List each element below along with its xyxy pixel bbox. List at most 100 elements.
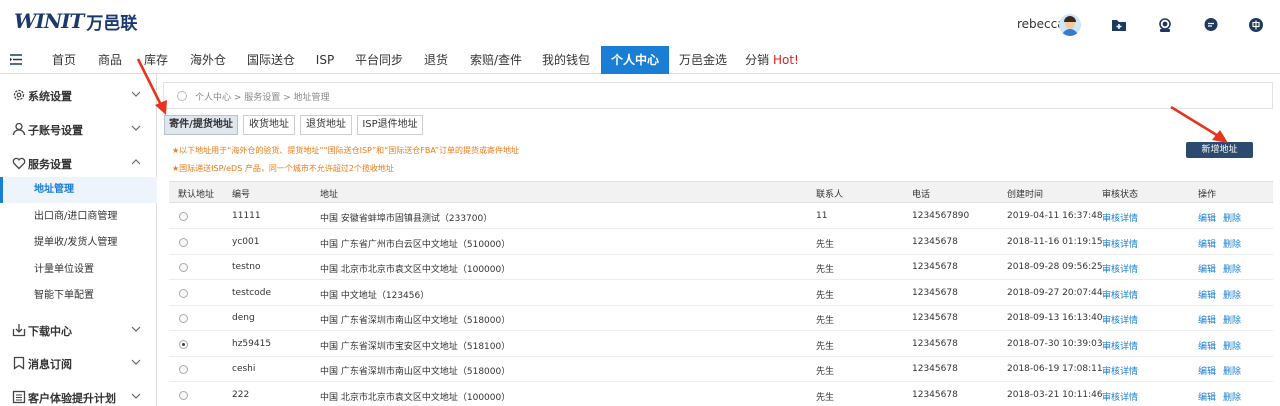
language-icon[interactable] — [1248, 17, 1264, 33]
default-address-radio[interactable] — [179, 390, 188, 400]
review-details-link[interactable]: 审核详情 — [1102, 211, 1138, 224]
sidebar-group-service[interactable]: 服务设置 — [0, 146, 157, 180]
cell-phone: 12345678 — [912, 338, 958, 349]
default-address-radio[interactable] — [179, 237, 188, 247]
folder-icon[interactable] — [1111, 17, 1127, 33]
edit-link[interactable]: 编辑 — [1198, 237, 1216, 250]
nav-distribution[interactable]: 分销 Hot! — [741, 46, 803, 74]
delete-link[interactable]: 删除 — [1223, 364, 1241, 377]
delete-link[interactable]: 删除 — [1223, 339, 1241, 352]
tab-receiving-address[interactable]: 收货地址 — [243, 115, 295, 135]
sidebar-item-units[interactable]: 计量单位设置 — [0, 257, 157, 283]
cell-phone: 12345678 — [912, 262, 958, 272]
cell-created: 2018-03-21 10:11:46 — [1007, 389, 1103, 400]
review-details-link[interactable]: 审核详情 — [1102, 262, 1138, 275]
nav-isp[interactable]: ISP — [309, 46, 341, 74]
review-details-link[interactable]: 审核详情 — [1102, 364, 1138, 377]
nav-selection[interactable]: 万邑金选 — [673, 46, 733, 74]
cell-contact: 先生 — [816, 316, 835, 326]
default-address-radio[interactable] — [179, 314, 188, 323]
default-address-radio[interactable] — [179, 288, 188, 298]
delete-link[interactable]: 删除 — [1223, 313, 1241, 326]
table-row: hz59415 中国 广东省深圳市宝安区中文地址（518100） 先生 1234567… — [169, 332, 1273, 357]
review-details-link[interactable]: 审核详情 — [1102, 237, 1138, 250]
nav-home[interactable]: 首页 — [44, 46, 84, 74]
sidebar-item-address[interactable]: 地址管理 — [0, 177, 157, 203]
delete-link[interactable]: 删除 — [1223, 237, 1241, 250]
nav-wallet[interactable]: 我的钱包 — [536, 46, 596, 74]
cell-address: 中国 北京市北京市袁文区中文地址（100000） — [320, 392, 511, 403]
chevron-down-icon — [131, 125, 141, 131]
sidebar-group-download[interactable]: 下载中心 — [0, 313, 157, 347]
delete-link[interactable]: 删除 — [1223, 211, 1241, 224]
nav-personal-center[interactable]: 个人中心 — [601, 46, 669, 74]
nav-platform-sync[interactable]: 平台同步 — [349, 46, 409, 74]
sidebar-group-label: 系统设置 — [28, 90, 72, 103]
nav-products[interactable]: 商品 — [91, 46, 129, 74]
sidebar-item-smart-order[interactable]: 智能下单配置 — [0, 283, 157, 309]
default-address-radio[interactable] — [179, 212, 188, 221]
edit-link[interactable]: 编辑 — [1198, 262, 1216, 275]
sidebar-item-shipper[interactable]: 提单收/发货人管理 — [0, 230, 157, 256]
column-header: 电话 — [912, 190, 931, 200]
sidebar-group-system[interactable]: 系统设置 — [0, 78, 157, 112]
sidebar-group-messages[interactable]: 消息订阅 — [0, 346, 157, 380]
sidebar-group-experience[interactable]: 客户体验提升计划 — [0, 380, 157, 406]
nav-overseas-warehouse[interactable]: 海外仓 — [183, 46, 233, 74]
sidebar-group-subaccount[interactable]: 子账号设置 — [0, 112, 157, 146]
tab-return-address[interactable]: 退货地址 — [300, 115, 352, 135]
delete-link[interactable]: 删除 — [1223, 390, 1241, 403]
default-address-radio[interactable] — [179, 339, 188, 349]
cell-created: 2018-09-28 09:56:25 — [1007, 262, 1103, 272]
avatar[interactable] — [1059, 14, 1081, 36]
nav-international-delivery[interactable]: 国际送仓 — [241, 46, 301, 74]
tab-isp-return-address[interactable]: ISP退件地址 — [357, 115, 423, 135]
cell-contact: 先生 — [816, 239, 835, 250]
cell-address: 中国 广东省广州市白云区中文地址（510000） — [320, 239, 511, 250]
nav-returns[interactable]: 退货 — [417, 46, 455, 74]
notice-line: ★国际递送ISP/eDS 产品，同一个城市不允许超过2个揽收地址 — [172, 164, 394, 173]
delete-link[interactable]: 删除 — [1223, 288, 1241, 301]
edit-link[interactable]: 编辑 — [1198, 364, 1216, 377]
cell-contact: 先生 — [816, 392, 835, 403]
chat-icon[interactable] — [1203, 17, 1219, 33]
username[interactable]: rebecca — [1017, 17, 1065, 31]
review-details-link[interactable]: 审核详情 — [1102, 313, 1138, 326]
table-row: yc001 中国 广东省广州市白云区中文地址（510000） 先生 12345678 2… — [169, 230, 1273, 255]
review-details-link[interactable]: 审核详情 — [1102, 288, 1138, 301]
cell-phone: 1234567890 — [912, 211, 970, 221]
column-header: 联系人 — [816, 190, 844, 200]
breadcrumb[interactable]: 个人中心 > 服务设置 > 地址管理 — [195, 90, 330, 103]
edit-link[interactable]: 编辑 — [1198, 390, 1216, 403]
hot-badge: Hot! — [772, 53, 799, 67]
cell-address: 中国 广东省深圳市宝安区中文地址（518100） — [320, 341, 511, 352]
top-nav: 首页 商品 库存 海外仓 国际送仓 ISP 平台同步 退货 索赔/查件 我的钱包… — [0, 46, 1280, 74]
review-details-link[interactable]: 审核详情 — [1102, 390, 1138, 403]
cell-contact: 11 — [816, 211, 828, 221]
cell-created: 2018-09-27 20:07:44 — [1007, 287, 1103, 298]
sidebar-group-label: 子账号设置 — [28, 124, 83, 137]
cell-created: 2018-09-13 16:13:40 — [1007, 313, 1103, 323]
logo[interactable]: WINIT 万邑联 — [14, 9, 137, 34]
sidebar-item-exporter[interactable]: 出口商/进口商管理 — [0, 204, 157, 230]
nav-claims[interactable]: 索赔/查件 — [463, 46, 529, 74]
delete-link[interactable]: 删除 — [1223, 262, 1241, 275]
table-header: 默认地址 编号 地址 联系人 电话 创建时间 审核状态 操作 — [169, 181, 1273, 203]
edit-link[interactable]: 编辑 — [1198, 211, 1216, 224]
edit-link[interactable]: 编辑 — [1198, 339, 1216, 352]
review-details-link[interactable]: 审核详情 — [1102, 339, 1138, 352]
edit-link[interactable]: 编辑 — [1198, 288, 1216, 301]
support-icon[interactable] — [1157, 17, 1173, 33]
cell-phone: 12345678 — [912, 389, 958, 400]
default-address-radio[interactable] — [179, 365, 188, 374]
gear-icon — [13, 89, 25, 101]
cell-address: 中国 安徽省蚌埠市固镇县测试（233700） — [320, 214, 493, 224]
arrow-icon — [136, 58, 167, 115]
menu-icon[interactable] — [10, 54, 22, 65]
default-address-radio[interactable] — [179, 263, 188, 272]
cell-contact: 先生 — [816, 265, 835, 275]
cell-phone: 12345678 — [912, 364, 958, 374]
sidebar-group-label: 消息订阅 — [28, 358, 72, 371]
edit-link[interactable]: 编辑 — [1198, 313, 1216, 326]
tab-pickup-address[interactable]: 寄件/提货地址 — [164, 115, 238, 135]
